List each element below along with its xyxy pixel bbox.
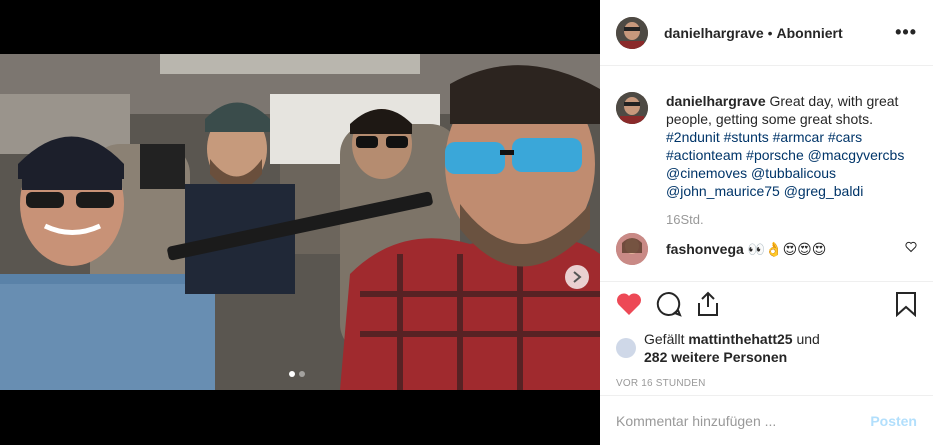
next-photo-button[interactable] — [565, 265, 589, 289]
header-separator: • — [767, 24, 773, 41]
comment-like-icon[interactable] — [905, 240, 917, 258]
comment-username[interactable]: fashonvega — [666, 241, 744, 257]
comment-input[interactable]: Kommentar hinzufügen ... — [616, 413, 776, 429]
carousel-dots — [289, 371, 305, 377]
post-actions: Gefällt mattinthehatt25 und 282 weitere … — [600, 281, 933, 389]
comment-text: 👀👌😍😍😍 — [747, 241, 827, 257]
share-icon[interactable] — [696, 291, 720, 322]
caption-tags[interactable]: #2ndunit #stunts #armcar #cars #actionte… — [666, 129, 904, 199]
caption-username[interactable]: danielhargrave — [666, 93, 766, 109]
post-photo[interactable] — [0, 54, 600, 390]
post-sidebar: danielhargrave • Abonniert ••• danielhar… — [600, 0, 933, 445]
post-header: danielhargrave • Abonniert ••• — [600, 0, 933, 66]
likes-mid: und — [792, 331, 820, 347]
user-avatar[interactable] — [616, 16, 648, 49]
bookmark-icon[interactable] — [895, 291, 917, 322]
action-icons — [616, 290, 917, 322]
likes-text: Gefällt mattinthehatt25 und 282 weitere … — [644, 330, 820, 366]
likes-user[interactable]: mattinthehatt25 — [688, 331, 792, 347]
caption-body: danielhargrave Great day, with great peo… — [666, 92, 917, 200]
caption-row: danielhargrave Great day, with great peo… — [616, 92, 917, 200]
header-username[interactable]: danielhargrave — [664, 25, 764, 41]
comment-row: fashonvega 👀👌😍😍😍 — [616, 233, 917, 265]
likes-summary: Gefällt mattinthehatt25 und 282 weitere … — [616, 330, 917, 366]
commenter-avatar[interactable] — [616, 233, 648, 265]
comments-section: danielhargrave Great day, with great peo… — [600, 66, 933, 280]
comment-composer: Kommentar hinzufügen ... Posten — [600, 395, 933, 445]
caption-time: 16Std. — [666, 212, 704, 227]
carousel-dot — [299, 371, 305, 377]
comment-bubble-icon[interactable] — [656, 291, 682, 322]
liker-avatar[interactable] — [616, 338, 636, 358]
follow-status-button[interactable]: Abonniert — [777, 25, 843, 41]
like-heart-icon[interactable] — [616, 292, 642, 321]
caption-avatar[interactable] — [616, 92, 648, 124]
likes-others[interactable]: 282 weitere Personen — [644, 349, 787, 365]
carousel-dot-active — [289, 371, 295, 377]
post-comment-button[interactable]: Posten — [870, 413, 917, 429]
post-timestamp[interactable]: VOR 16 STUNDEN — [616, 378, 917, 389]
more-options-icon[interactable]: ••• — [895, 22, 917, 43]
likes-prefix: Gefällt — [644, 331, 689, 347]
chevron-right-icon — [573, 271, 582, 283]
instagram-post: danielhargrave • Abonniert ••• danielhar… — [0, 0, 933, 445]
comment-body: fashonvega 👀👌😍😍😍 — [666, 240, 826, 258]
post-media — [0, 0, 600, 445]
